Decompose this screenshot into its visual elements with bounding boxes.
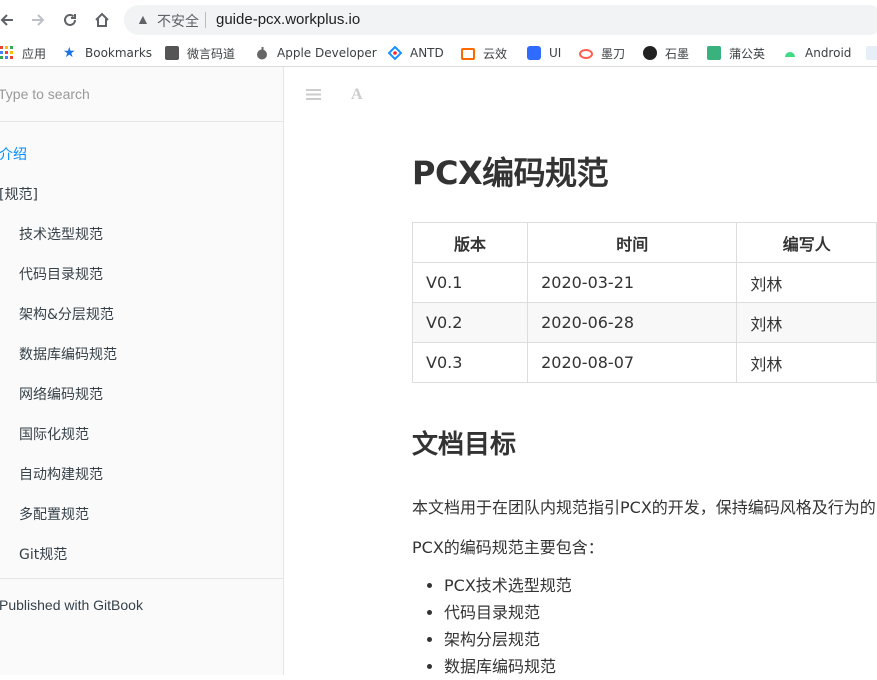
sidebar-item-i18n[interactable]: 国际化规范: [19, 424, 89, 444]
sidebar-item-code-directory[interactable]: 代码目录规范: [19, 264, 103, 284]
apps-grid-icon: [0, 46, 14, 60]
gitbook-link[interactable]: Published with GitBook: [0, 597, 143, 613]
bookmark-pgyer[interactable]: 蒲公英: [707, 44, 765, 62]
search-bar: [0, 67, 283, 122]
bookmark-antd[interactable]: ANTD: [387, 44, 444, 62]
sidebar-divider: [0, 578, 283, 579]
bookmark-modao[interactable]: 墨刀: [579, 44, 625, 62]
menu-icon[interactable]: [306, 88, 321, 105]
bookmark-label: 云效: [483, 46, 508, 61]
bookmark-label: 石墨: [665, 46, 690, 61]
antd-icon: [387, 45, 403, 61]
table-row: V0.3 2020-08-07 刘林: [411, 342, 877, 383]
scope-paragraph: PCX的编码规范主要包含：: [412, 538, 604, 557]
sidebar-item-auto-build[interactable]: 自动构建规范: [19, 464, 103, 484]
site-icon: [165, 46, 179, 60]
modao-icon: [579, 49, 593, 59]
bookmark-apple-developer[interactable]: Apple Developer: [255, 44, 377, 62]
search-input[interactable]: [0, 85, 260, 103]
standards-list: PCX技术选型规范 代码目录规范 架构分层规范 数据库编码规范: [412, 572, 572, 680]
apple-icon: [255, 46, 269, 60]
table-row: V0.1 2020-03-21 刘林: [411, 262, 877, 303]
sidebar-item-standards[interactable]: [规范]: [0, 184, 38, 204]
bookmark-weiyan[interactable]: 微言码道: [165, 44, 235, 62]
list-item: 数据库编码规范: [444, 653, 572, 680]
sidebar: 介绍 [规范] 技术选型规范 代码目录规范 架构&分层规范 数据库编码规范 网络…: [0, 67, 284, 675]
table-cell: 2020-08-07: [527, 342, 738, 383]
browser-toolbar: ▲ 不安全 guide-pcx.workplus.io: [0, 0, 877, 40]
section-title: 文档目标: [412, 430, 517, 460]
table-cell: V0.1: [411, 262, 529, 303]
table-cell: 刘林: [736, 302, 877, 343]
star-icon: ★: [63, 45, 76, 61]
sidebar-item-intro[interactable]: 介绍: [0, 144, 27, 164]
version-table: 版本 时间 编写人 V0.1 2020-03-21 刘林 V0.2 2020-0…: [411, 222, 877, 383]
page-title: PCX编码规范: [412, 154, 609, 192]
back-icon[interactable]: [0, 9, 18, 31]
bookmark-shimo[interactable]: 石墨: [643, 44, 689, 62]
address-separator: [205, 12, 206, 28]
warning-icon: ▲: [136, 11, 150, 27]
bookmark-android[interactable]: Android: [783, 44, 851, 62]
shimo-icon: [643, 46, 657, 60]
bookmark-label: 墨刀: [601, 46, 626, 61]
bookmark-label: ANTD: [410, 46, 444, 60]
font-settings-icon[interactable]: A: [351, 86, 363, 104]
table-header: 编写人: [736, 222, 877, 263]
sidebar-item-tech-selection[interactable]: 技术选型规范: [19, 224, 103, 244]
bookmark-apps[interactable]: 应用: [0, 44, 46, 62]
sidebar-item-git[interactable]: Git规范: [19, 544, 67, 564]
table-cell: V0.3: [411, 342, 529, 383]
sidebar-item-database[interactable]: 数据库编码规范: [19, 344, 117, 364]
list-item: 代码目录规范: [444, 599, 572, 626]
table-cell: V0.2: [411, 302, 529, 343]
pgyer-icon: [707, 46, 721, 60]
list-item: PCX技术选型规范: [444, 572, 572, 599]
table-cell: 刘林: [736, 342, 877, 383]
android-icon: [783, 46, 797, 60]
home-icon[interactable]: [91, 9, 113, 31]
bookmark-label: 微言码道: [187, 46, 236, 61]
table-header: 时间: [527, 222, 738, 263]
list-item: 架构分层规范: [444, 626, 572, 653]
bookmark-label: 蒲公英: [729, 46, 766, 61]
forward-icon[interactable]: [27, 9, 49, 31]
bookmark-label: 应用: [22, 46, 47, 61]
bookmark-label: Bookmarks: [85, 46, 153, 60]
intro-paragraph: 本文档用于在团队内规范指引PCX的开发，保持编码风格及行为的: [412, 498, 876, 517]
table-cell: 2020-03-21: [527, 262, 738, 303]
url-text[interactable]: guide-pcx.workplus.io: [216, 11, 360, 28]
bookmark-ui[interactable]: UI: [527, 44, 561, 62]
insecure-label: 不安全: [157, 14, 199, 30]
sidebar-item-architecture[interactable]: 架构&分层规范: [19, 304, 114, 324]
bookmarks-bar: 应用 ★ Bookmarks 微言码道 Apple Developer ANTD…: [0, 40, 877, 67]
address-bar[interactable]: ▲ 不安全 guide-pcx.workplus.io: [124, 5, 877, 35]
bookmark-label: UI: [549, 46, 562, 60]
bookmark-more-icon[interactable]: [866, 44, 877, 62]
table-cell: 2020-06-28: [527, 302, 738, 343]
table-header-row: 版本 时间 编写人: [411, 222, 877, 263]
yunxiao-icon: [461, 47, 475, 60]
sidebar-item-multi-config[interactable]: 多配置规范: [19, 504, 89, 524]
table-row: V0.2 2020-06-28 刘林: [411, 302, 877, 343]
bookmark-yunxiao[interactable]: 云效: [461, 44, 507, 62]
sidebar-item-network[interactable]: 网络编码规范: [19, 384, 103, 404]
table-cell: 刘林: [736, 262, 877, 303]
reload-icon[interactable]: [59, 9, 81, 31]
table-header: 版本: [411, 222, 529, 263]
bookmark-label: Android: [805, 46, 852, 60]
bookmark-label: Apple Developer: [277, 46, 377, 60]
ui-icon: [527, 46, 541, 60]
bookmark-bookmarks[interactable]: ★ Bookmarks: [63, 44, 152, 62]
